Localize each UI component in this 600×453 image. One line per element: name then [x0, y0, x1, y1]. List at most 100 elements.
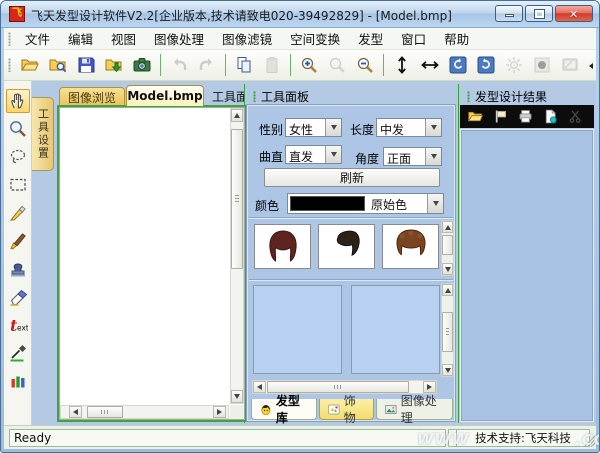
toolbar-overflow-icon[interactable]: [589, 63, 593, 69]
menu-item-7[interactable]: 发型: [349, 26, 392, 51]
horizontal-scroll-thumb[interactable]: [87, 406, 123, 418]
toolbar-drag-handle[interactable]: [8, 58, 11, 72]
chevron-down-icon[interactable]: [325, 146, 341, 163]
chevron-down-icon[interactable]: [425, 119, 441, 136]
eraser-tool-button[interactable]: [6, 285, 30, 309]
hand-tool-button[interactable]: [6, 89, 30, 113]
angle-select[interactable]: 正面: [383, 147, 442, 166]
color-label: 颜色: [255, 197, 279, 214]
tab-tool-settings[interactable]: 工具设置: [32, 97, 54, 171]
arrow-down-icon: [445, 368, 451, 373]
menu-item-9[interactable]: 帮助: [435, 26, 478, 51]
menu-item-4[interactable]: 图像处理: [145, 26, 213, 51]
hair-thumbnail-1[interactable]: [254, 224, 311, 269]
panel-drag-handle[interactable]: [253, 91, 256, 102]
open-result-button[interactable]: [463, 107, 488, 127]
horizontal-scrollbar[interactable]: [60, 405, 229, 419]
scroll-down-button[interactable]: [442, 364, 453, 376]
flip-vertical-button[interactable]: [389, 52, 415, 78]
menu-bar: 文件编辑视图图像处理图像滤镜空间变换发型窗口帮助: [4, 28, 596, 50]
gender-select[interactable]: 女性: [285, 118, 342, 137]
result-preview-area[interactable]: [460, 129, 594, 422]
zoom-actual-icon: [355, 55, 375, 75]
copy-button[interactable]: [231, 52, 257, 78]
length-select[interactable]: 中发: [376, 118, 442, 137]
menu-item-3[interactable]: 视图: [102, 26, 145, 51]
print-button[interactable]: [513, 107, 538, 127]
image-canvas[interactable]: [57, 105, 247, 422]
tab-accessories[interactable]: 饰物: [319, 399, 374, 420]
scroll-up-button[interactable]: [231, 109, 243, 122]
refresh-button[interactable]: 刷新: [264, 168, 440, 187]
rotate-left-button[interactable]: [445, 52, 471, 78]
maximize-button[interactable]: [525, 5, 553, 22]
flip-horizontal-button[interactable]: [417, 52, 443, 78]
scroll-down-button[interactable]: [442, 263, 453, 275]
toolbar-separator: [160, 54, 161, 76]
open-file-button[interactable]: [17, 52, 43, 78]
document-tab-1[interactable]: 图像浏览: [59, 87, 125, 106]
panel-splitter[interactable]: [458, 84, 459, 423]
export-image-button[interactable]: [538, 107, 563, 127]
save-result-button[interactable]: [488, 107, 513, 127]
save-as-button[interactable]: [101, 52, 127, 78]
knife-tool-button[interactable]: [6, 201, 30, 225]
eyedropper-tool-icon: [8, 343, 28, 363]
scroll-down-button[interactable]: [231, 390, 243, 403]
chevron-down-icon[interactable]: [427, 194, 443, 213]
vertical-scroll-thumb[interactable]: [442, 235, 453, 255]
hair-style-3-thumbnail: [387, 228, 435, 266]
vertical-scroll-thumb[interactable]: [442, 312, 453, 352]
eyedropper-tool-button[interactable]: [6, 341, 30, 365]
vertical-scroll-thumb[interactable]: [231, 129, 243, 269]
scroll-right-button[interactable]: [213, 406, 226, 418]
chevron-down-icon[interactable]: [425, 148, 441, 165]
panel-drag-handle[interactable]: [467, 91, 470, 102]
capture-button[interactable]: [129, 52, 155, 78]
vertical-scrollbar[interactable]: [230, 108, 244, 404]
thumbnail-scrollbar[interactable]: [441, 220, 454, 276]
toolbar-separator: [290, 54, 291, 76]
hair-thumbnail-2[interactable]: [318, 224, 375, 269]
tab-image-processing[interactable]: 图像处理: [376, 399, 453, 420]
menu-item-6[interactable]: 空间变换: [281, 26, 349, 51]
document-tab-2[interactable]: Model.bmp: [126, 85, 204, 106]
close-button[interactable]: ✕: [555, 5, 593, 22]
app-window: 飞 飞天发型设计软件V2.2[企业版本,技术请致电020-39492829] -…: [0, 0, 600, 453]
flip-vertical-icon: [392, 55, 412, 75]
tool-panel: 性别 女性 长度 中发 曲直 直发 角度 正面: [246, 104, 456, 422]
save-button[interactable]: [73, 52, 99, 78]
menu-item-5[interactable]: 图像滤镜: [213, 26, 281, 51]
menu-item-1[interactable]: 文件: [16, 26, 59, 51]
color-select[interactable]: 原始色: [287, 193, 444, 214]
stamp-tool-button[interactable]: [6, 257, 30, 281]
minimize-button[interactable]: [495, 5, 523, 22]
window-client: 文件编辑视图图像处理图像滤镜空间变换发型窗口帮助 text 工具设置 图像浏览M…: [4, 28, 596, 449]
rotate-right-button[interactable]: [473, 52, 499, 78]
histogram-tool-button[interactable]: [6, 369, 30, 393]
tab-hairstyle-library[interactable]: 发型库: [251, 399, 317, 420]
undo-button: [166, 52, 192, 78]
zoom-in-button[interactable]: [296, 52, 322, 78]
zoom-tool-button[interactable]: [6, 117, 30, 141]
menu-item-2[interactable]: 编辑: [59, 26, 102, 51]
select-rect-tool-button[interactable]: [6, 173, 30, 197]
preview-scrollbar[interactable]: [441, 283, 454, 377]
menu-drag-handle[interactable]: [8, 32, 11, 46]
menu-item-8[interactable]: 窗口: [392, 26, 435, 51]
scroll-up-button[interactable]: [442, 221, 453, 233]
scroll-up-button[interactable]: [442, 284, 453, 296]
curl-select[interactable]: 直发: [285, 145, 342, 164]
chevron-down-icon[interactable]: [325, 119, 341, 136]
zoom-actual-button[interactable]: [352, 52, 378, 78]
hair-thumbnail-3[interactable]: [382, 224, 439, 269]
text-tool-button[interactable]: text: [6, 313, 30, 337]
lasso-tool-button[interactable]: [6, 145, 30, 169]
preview-slot[interactable]: [351, 285, 440, 374]
scroll-left-button[interactable]: [69, 406, 82, 418]
browse-images-button[interactable]: [45, 52, 71, 78]
scroll-left-button[interactable]: [253, 381, 266, 393]
status-message: Ready: [9, 429, 446, 447]
preview-slot[interactable]: [253, 285, 342, 374]
brush-tool-button[interactable]: [6, 229, 30, 253]
